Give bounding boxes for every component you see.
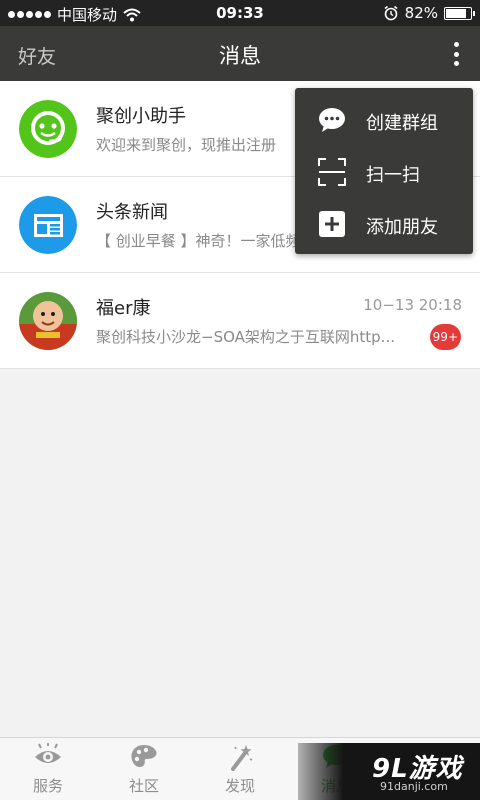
page-title: 消息 <box>219 44 261 68</box>
assistant-headset-icon <box>19 100 77 158</box>
user-photo <box>19 292 77 350</box>
conversation-row[interactable]: 福er康 10−13 20:18 聚创科技小沙龙−SOA架构之于互联网http.… <box>0 273 480 369</box>
news-icon <box>19 196 77 254</box>
popup-menu: 创建群组 扫一扫 添加朋友 <box>295 88 473 254</box>
more-vertical-icon[interactable] <box>446 40 466 68</box>
battery-fill <box>446 8 466 18</box>
battery-icon <box>444 6 475 20</box>
tab-community[interactable]: 社区 <box>96 738 192 800</box>
watermark-sub: 91danji.com <box>380 780 448 793</box>
eye-icon <box>35 743 61 763</box>
chat-bubble-icon <box>319 108 345 132</box>
conversation-name: 头条新闻 <box>96 202 168 223</box>
add-friend-icon <box>319 211 345 237</box>
conversation-name: 福er康 <box>96 298 151 319</box>
status-bar: 中国移动 09:33 82% <box>0 0 480 26</box>
nav-header: 好友 消息 <box>0 26 480 81</box>
menu-item-label: 扫一扫 <box>366 165 420 186</box>
tab-discover[interactable]: 发现 <box>192 738 288 800</box>
conversation-time: 10−13 20:18 <box>363 296 462 314</box>
battery-percent: 82% <box>404 4 438 22</box>
tab-service[interactable]: 服务 <box>0 738 96 800</box>
magic-wand-icon <box>231 745 253 771</box>
alarm-icon <box>384 5 398 21</box>
palette-icon <box>131 745 157 768</box>
tab-label: 社区 <box>128 777 159 795</box>
tab-label: 发现 <box>224 777 255 795</box>
menu-item-create-group[interactable]: 创建群组 <box>295 94 473 146</box>
menu-item-label: 添加朋友 <box>366 217 438 238</box>
unread-badge: 99+ <box>429 324 461 350</box>
menu-item-scan[interactable]: 扫一扫 <box>295 146 473 198</box>
watermark-logo: 9L游戏 91danji.com <box>298 743 480 800</box>
conversation-name: 聚创小助手 <box>96 106 186 127</box>
scan-icon <box>318 158 346 186</box>
conversation-preview: 聚创科技小沙龙−SOA架构之于互联网http... <box>96 328 395 346</box>
menu-item-add-friend[interactable]: 添加朋友 <box>295 198 473 250</box>
status-right: 82% <box>383 4 475 22</box>
tab-label: 服务 <box>32 777 63 795</box>
menu-item-label: 创建群组 <box>366 113 438 134</box>
